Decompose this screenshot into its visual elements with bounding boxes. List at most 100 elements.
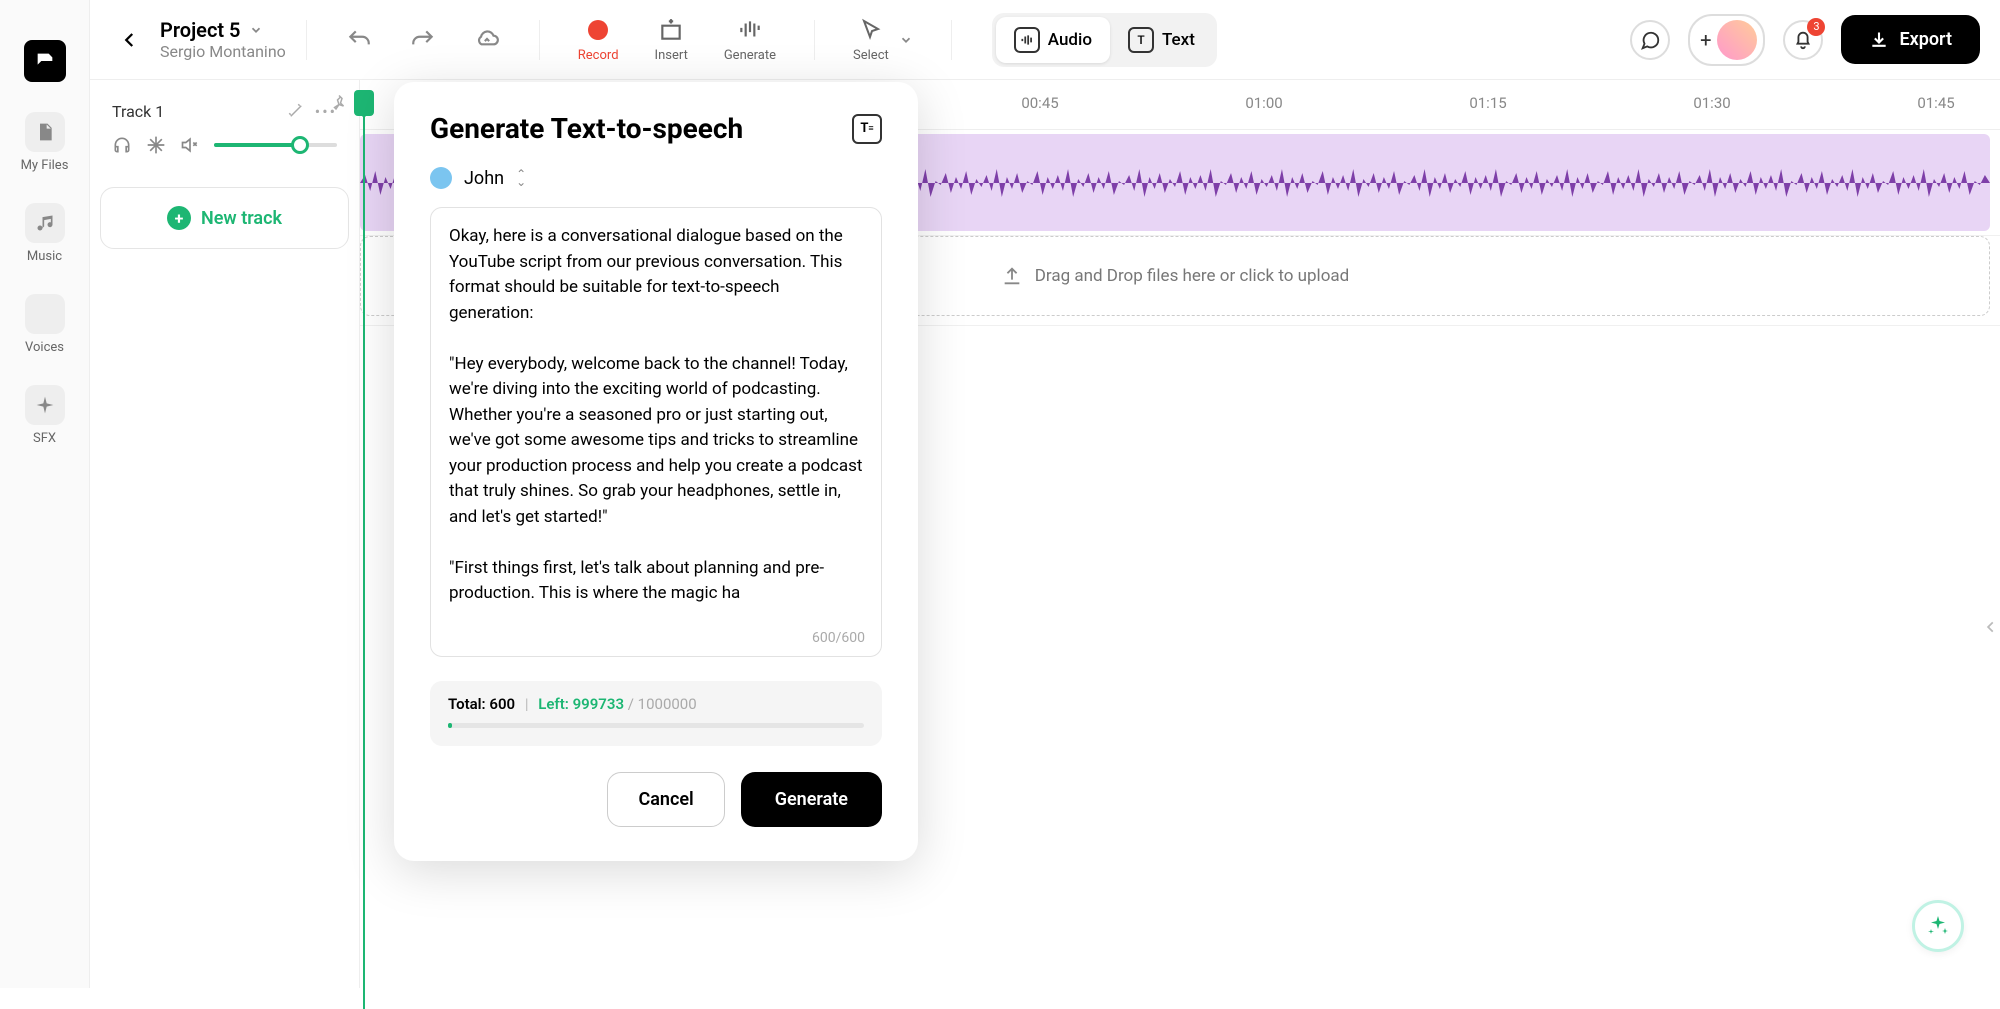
chat-button[interactable] <box>1630 20 1670 60</box>
undo-button[interactable] <box>345 26 373 54</box>
new-track-button[interactable]: + New track <box>100 187 349 249</box>
file-icon <box>25 112 65 152</box>
magic-wand-icon[interactable] <box>287 102 305 120</box>
new-track-label: New track <box>201 208 282 229</box>
insert-button[interactable]: Insert <box>655 16 688 63</box>
ruler-mark: 01:30 <box>1693 94 1730 112</box>
music-icon <box>25 203 65 243</box>
snowflake-icon[interactable] <box>146 135 166 155</box>
text-mode-icon: T <box>1128 27 1154 53</box>
pin-icon[interactable] <box>330 94 348 112</box>
chat-icon <box>1639 29 1661 51</box>
voice-avatar <box>430 167 452 189</box>
char-count: 600/600 <box>812 630 865 646</box>
mode-text-label: Text <box>1162 30 1195 50</box>
audio-mode-icon <box>1014 27 1040 53</box>
headphones-icon[interactable] <box>112 135 132 155</box>
redo-icon <box>409 26 437 54</box>
add-user-button[interactable]: + <box>1688 14 1765 66</box>
track-row: Track 1 ••• <box>100 90 349 167</box>
project-owner: Sergio Montanino <box>160 42 286 61</box>
project-title-text: Project 5 <box>160 18 241 42</box>
mode-text[interactable]: T Text <box>1110 17 1213 63</box>
divider <box>814 20 815 60</box>
ruler-mark: 01:00 <box>1245 94 1282 112</box>
ruler-mark: 01:45 <box>1917 94 1954 112</box>
notification-badge: 3 <box>1807 18 1825 36</box>
volume-slider[interactable] <box>214 143 337 147</box>
quota-left: Left: 999733 <box>538 695 624 713</box>
collapse-right-icon[interactable] <box>1984 620 1998 634</box>
playhead-line <box>363 116 365 1009</box>
divider <box>951 20 952 60</box>
left-rail: My Files Music Voices SFX <box>0 0 90 988</box>
voice-selector[interactable]: John ⌃⌄ <box>430 167 882 189</box>
cursor-icon <box>857 16 885 44</box>
export-button[interactable]: Export <box>1841 15 1980 64</box>
quota-bar <box>448 723 864 728</box>
cancel-button[interactable]: Cancel <box>607 772 724 827</box>
generate-button[interactable]: Generate <box>724 16 776 63</box>
rail-voices[interactable]: Voices <box>25 294 65 355</box>
mode-audio-label: Audio <box>1048 30 1092 50</box>
rail-music[interactable]: Music <box>25 203 65 264</box>
mute-icon[interactable] <box>180 135 200 155</box>
rail-sfx-label: SFX <box>33 431 56 446</box>
quota-total: Total: 600 <box>448 695 515 713</box>
project-title[interactable]: Project 5 <box>160 18 286 42</box>
modal-generate-button[interactable]: Generate <box>741 772 882 827</box>
rail-music-label: Music <box>27 249 62 264</box>
volume-fill <box>214 143 300 147</box>
export-label: Export <box>1899 29 1952 50</box>
cloud-sync-button[interactable] <box>473 26 501 54</box>
mode-audio[interactable]: Audio <box>996 17 1110 63</box>
rail-sfx[interactable]: SFX <box>25 385 65 446</box>
tts-text-input[interactable]: Okay, here is a conversational dialogue … <box>430 207 882 657</box>
volume-thumb[interactable] <box>291 136 309 154</box>
divider <box>539 20 540 60</box>
back-button[interactable] <box>110 20 150 60</box>
quota-max: / 1000000 <box>628 695 697 713</box>
playhead-handle[interactable] <box>354 90 374 116</box>
mode-toggle: Audio T Text <box>992 13 1217 67</box>
plus-icon: + <box>1700 28 1711 52</box>
modal-title: Generate Text-to-speech <box>430 112 743 145</box>
project-info: Project 5 Sergio Montanino <box>160 18 286 61</box>
track-name[interactable]: Track 1 <box>112 102 164 121</box>
select-button[interactable]: Select <box>853 16 913 63</box>
download-icon <box>1869 30 1889 50</box>
redo-button[interactable] <box>409 26 437 54</box>
ruler-mark: 01:15 <box>1469 94 1506 112</box>
avatar <box>1717 20 1757 60</box>
upload-icon <box>1001 265 1023 287</box>
voice-name: John <box>464 168 504 189</box>
top-bar: Project 5 Sergio Montanino Record Insert <box>90 0 2000 80</box>
voices-icon <box>25 294 65 334</box>
rail-my-files[interactable]: My Files <box>21 112 69 173</box>
sfx-icon <box>25 385 65 425</box>
updown-icon: ⌃⌄ <box>516 170 526 186</box>
chevron-down-icon <box>899 33 913 47</box>
notifications-button[interactable]: 3 <box>1783 20 1823 60</box>
rail-voices-label: Voices <box>25 340 64 355</box>
cloud-icon <box>473 26 501 54</box>
tts-icon[interactable]: T≡ <box>852 114 882 144</box>
app-logo[interactable] <box>24 40 66 82</box>
divider <box>306 20 307 60</box>
tts-modal: Generate Text-to-speech T≡ John ⌃⌄ Okay,… <box>394 82 918 861</box>
record-icon <box>588 20 608 40</box>
top-right-actions: + 3 Export <box>1630 14 1980 66</box>
chevron-down-icon <box>249 23 263 37</box>
tts-text-content[interactable]: Okay, here is a conversational dialogue … <box>449 224 863 624</box>
dropzone-label: Drag and Drop files here or click to upl… <box>1035 266 1349 286</box>
sparkle-icon <box>1926 914 1950 938</box>
rail-my-files-label: My Files <box>21 158 69 173</box>
record-button[interactable]: Record <box>578 16 619 63</box>
quota-box: Total: 600 | Left: 999733 / 1000000 <box>430 681 882 746</box>
record-label: Record <box>578 48 619 63</box>
quota-fill <box>448 723 452 728</box>
select-label: Select <box>853 48 889 63</box>
tracks-panel: Track 1 ••• + New track <box>90 80 360 988</box>
insert-label: Insert <box>655 48 688 63</box>
ai-assist-fab[interactable] <box>1912 900 1964 952</box>
